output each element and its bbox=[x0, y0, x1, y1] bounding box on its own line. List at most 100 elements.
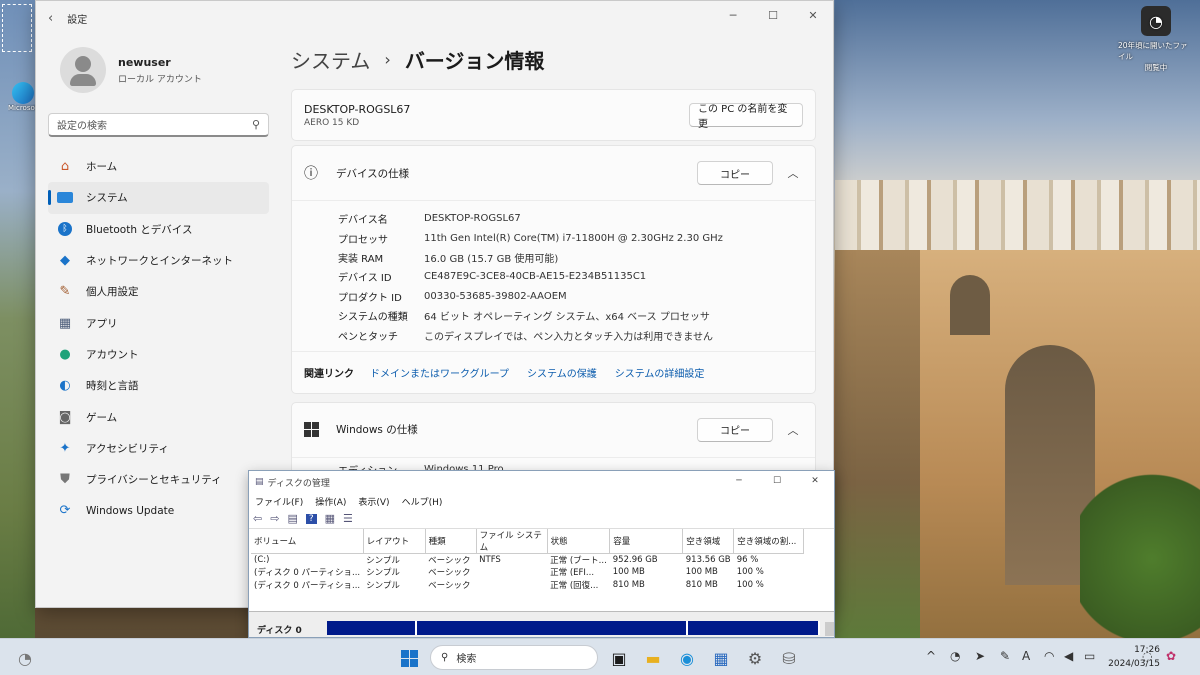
notification-bell-icon[interactable]: ◌ bbox=[1142, 649, 1152, 663]
nav-item-privacy[interactable]: ⛊ プライバシーとセキュリティ bbox=[48, 464, 269, 495]
wifi-icon[interactable]: ◠ bbox=[1044, 649, 1054, 663]
cell-type: ベーシック bbox=[428, 568, 471, 579]
copy-device-specs-button[interactable]: コピー bbox=[697, 161, 773, 185]
location-icon[interactable]: ➤ bbox=[975, 649, 985, 663]
help-icon[interactable]: ? bbox=[305, 513, 317, 524]
spec-value: 16.0 GB (15.7 GB 使用可能) bbox=[424, 253, 559, 265]
battery-icon[interactable]: ▭ bbox=[1084, 649, 1095, 663]
column-header[interactable]: 空き領域 bbox=[682, 529, 735, 554]
nav-item-accounts[interactable]: ● アカウント bbox=[48, 339, 269, 370]
camera-roll-icon: ◔ bbox=[1141, 6, 1171, 36]
nav-item-apps[interactable]: ▦ アプリ bbox=[48, 307, 269, 338]
maximize-icon[interactable]: ☐ bbox=[753, 1, 793, 29]
task-view-icon[interactable]: ▣ bbox=[608, 647, 630, 669]
link-advanced-system-settings[interactable]: システムの詳細設定 bbox=[615, 365, 705, 380]
desktop-widget[interactable]: ◔ 20年頃に開いたファイル 閲覧中 bbox=[1118, 6, 1194, 73]
nav-label: ホーム bbox=[86, 161, 118, 174]
menu-view[interactable]: 表示(V) bbox=[358, 495, 389, 508]
list-icon[interactable]: ☰ bbox=[343, 512, 353, 525]
nav-item-time-language[interactable]: ◐ 時刻と言語 bbox=[48, 370, 269, 401]
nav-item-network[interactable]: ◆ ネットワークとインターネット bbox=[48, 245, 269, 276]
recycle-bin-icon[interactable] bbox=[2, 4, 32, 52]
pen-icon[interactable]: ✎ bbox=[1000, 649, 1010, 663]
copilot-icon[interactable]: ✿ bbox=[1166, 649, 1176, 663]
nav-item-system[interactable]: システム bbox=[48, 182, 269, 214]
link-domain-workgroup[interactable]: ドメインまたはワークグループ bbox=[370, 365, 509, 380]
column-header[interactable]: 種類 bbox=[425, 529, 477, 554]
table-row[interactable]: (ディスク 0 パーティショ... シンプル ベーシック 正常 (EFI... 100 … bbox=[251, 566, 804, 579]
windows-specs-header[interactable]: Windows の仕様 コピー ︿ bbox=[292, 403, 815, 457]
cell-filesystem bbox=[476, 579, 547, 592]
nav-label: Bluetooth とデバイス bbox=[86, 223, 193, 236]
nav-item-gaming[interactable]: ◙ ゲーム bbox=[48, 401, 269, 432]
menu-help[interactable]: ヘルプ(H) bbox=[402, 495, 443, 508]
view-icon[interactable]: ▦ bbox=[325, 512, 335, 525]
column-header[interactable]: 状態 bbox=[547, 529, 611, 554]
user-card[interactable]: newuser ローカル アカウント bbox=[48, 35, 269, 105]
spec-value: このディスプレイでは、ペン入力とタッチ入力は利用できません bbox=[424, 331, 713, 343]
ime-icon[interactable]: A bbox=[1022, 649, 1030, 663]
account-icon: ● bbox=[59, 346, 71, 362]
nav-label: プライバシーとセキュリティ bbox=[86, 474, 222, 487]
nav-label: アクセシビリティ bbox=[86, 442, 169, 455]
start-button[interactable] bbox=[398, 647, 420, 669]
spec-value: DESKTOP-ROGSL67 bbox=[424, 213, 521, 225]
spec-row: プロセッサ 11th Gen Intel(R) Core(TM) i7-11800… bbox=[338, 228, 815, 247]
taskbar-search[interactable]: ⚲ 検索 bbox=[430, 645, 598, 670]
nav-item-accessibility[interactable]: ✦ アクセシビリティ bbox=[48, 433, 269, 464]
search-placeholder: 設定の検索 bbox=[57, 121, 107, 132]
column-header[interactable]: レイアウト bbox=[363, 529, 426, 554]
minimize-icon[interactable]: ─ bbox=[720, 471, 758, 491]
properties-icon[interactable]: ▤ bbox=[287, 512, 297, 525]
spec-key: ペンとタッチ bbox=[338, 331, 398, 343]
close-icon[interactable]: ✕ bbox=[796, 471, 834, 491]
nav-item-windows-update[interactable]: ⟳ Windows Update bbox=[48, 495, 269, 526]
column-header[interactable]: ボリューム bbox=[251, 529, 364, 554]
close-icon[interactable]: ✕ bbox=[793, 1, 833, 29]
chevron-up-icon[interactable]: ︿ bbox=[783, 422, 803, 438]
table-row[interactable]: (ディスク 0 パーティショ... シンプル ベーシック 正常 (回復... 810 M… bbox=[251, 579, 804, 592]
cell-free: 810 MB bbox=[685, 579, 718, 590]
windows-logo-icon bbox=[400, 649, 418, 667]
widgets-icon[interactable]: ◔ bbox=[14, 647, 36, 669]
maximize-icon[interactable]: ☐ bbox=[758, 471, 796, 491]
column-header[interactable]: ファイル システム bbox=[476, 529, 548, 554]
chevron-up-icon[interactable]: ^ bbox=[926, 649, 936, 663]
settings-search-input[interactable]: 設定の検索 ⚲ bbox=[48, 113, 269, 137]
rename-pc-button[interactable]: この PC の名前を変更 bbox=[689, 103, 803, 130]
breadcrumb-parent[interactable]: システム bbox=[291, 45, 370, 74]
chevron-up-icon[interactable]: ︿ bbox=[783, 165, 803, 181]
edge-desktop-icon[interactable]: Microsoft Edge bbox=[8, 82, 38, 112]
column-header[interactable]: 容量 bbox=[609, 529, 684, 554]
cell-volume: (ディスク 0 パーティショ... bbox=[254, 568, 361, 579]
settings-gear-icon[interactable]: ⚙ bbox=[744, 647, 766, 669]
nav-item-bluetooth[interactable]: ᛒ Bluetooth とデバイス bbox=[48, 214, 269, 245]
partition-efi[interactable] bbox=[327, 621, 417, 635]
back-arrow-icon[interactable]: ⇦ bbox=[253, 512, 262, 525]
nav-item-personalization[interactable]: ✎ 個人用設定 bbox=[48, 276, 269, 307]
minimize-icon[interactable]: ─ bbox=[713, 1, 753, 29]
file-explorer-icon[interactable]: ▬ bbox=[642, 647, 664, 669]
volume-icon[interactable]: ◀ bbox=[1064, 649, 1073, 663]
menu-file[interactable]: ファイル(F) bbox=[255, 495, 303, 508]
partition-recovery[interactable] bbox=[688, 621, 820, 635]
copy-windows-specs-button[interactable]: コピー bbox=[697, 417, 773, 442]
cell-volume: (ディスク 0 パーティショ... bbox=[254, 580, 361, 591]
device-specs-header[interactable]: ⓘ デバイスの仕様 コピー ︿ bbox=[292, 146, 815, 200]
link-system-protection[interactable]: システムの保護 bbox=[527, 365, 597, 380]
scrollbar[interactable] bbox=[825, 622, 834, 636]
menu-action[interactable]: 操作(A) bbox=[315, 495, 346, 508]
spec-row: プロダクト ID 00330-53685-39802-AAOEM bbox=[338, 287, 815, 306]
partition-c[interactable] bbox=[417, 621, 688, 635]
table-row[interactable]: (C:) シンプル ベーシック NTFS 正常 (ブート... 952.96 GB 913.… bbox=[251, 554, 804, 566]
back-icon[interactable]: ‹ bbox=[48, 11, 53, 26]
nav-item-home[interactable]: ⌂ ホーム bbox=[48, 151, 269, 182]
network-tray-icon[interactable]: ◔ bbox=[950, 649, 960, 663]
disk-management-taskbar-icon[interactable]: ⛁ bbox=[778, 647, 800, 669]
device-specs-list: デバイス名 DESKTOP-ROGSL67 プロセッサ 11th Gen Intel… bbox=[292, 200, 815, 351]
edge-icon[interactable]: ◉ bbox=[676, 647, 698, 669]
column-header[interactable]: 空き領域の割... bbox=[733, 529, 805, 554]
system-icon bbox=[56, 189, 74, 207]
store-icon[interactable]: ▦ bbox=[710, 647, 732, 669]
forward-arrow-icon[interactable]: ⇨ bbox=[270, 512, 279, 525]
